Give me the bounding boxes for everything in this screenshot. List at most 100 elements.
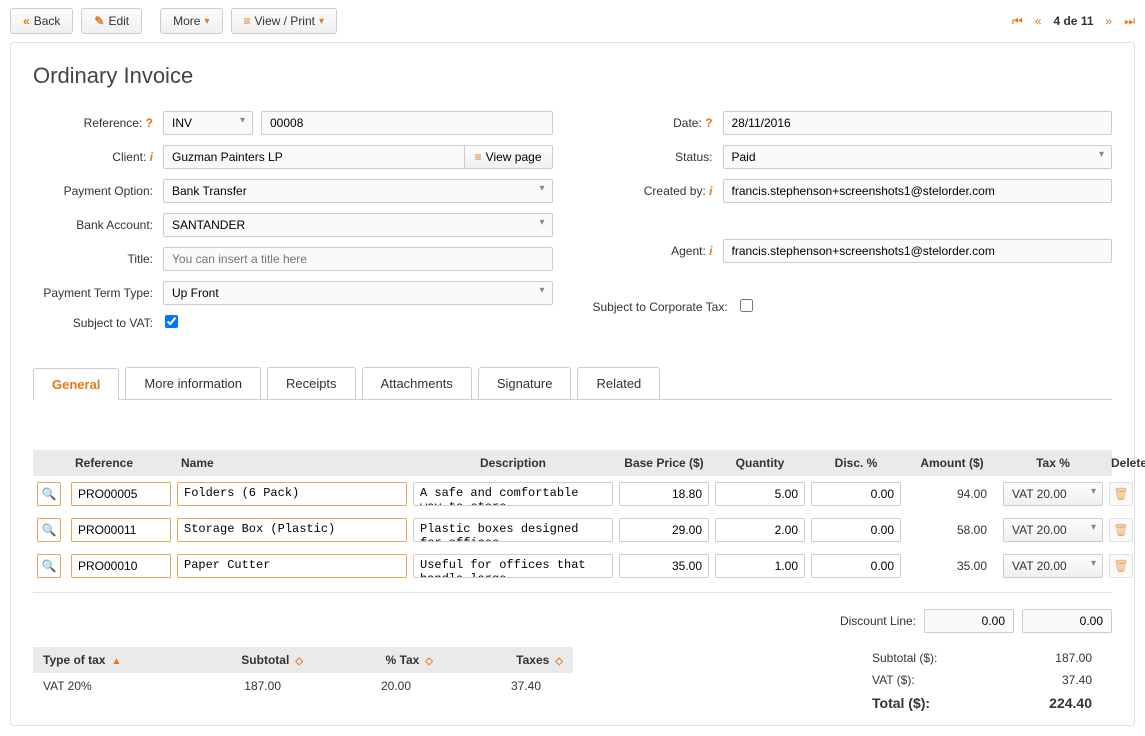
- created-by-input[interactable]: [723, 179, 1113, 203]
- info-icon[interactable]: i: [150, 150, 153, 164]
- col-delete: Delete: [1109, 456, 1145, 470]
- help-icon[interactable]: ?: [705, 116, 712, 130]
- item-name-input[interactable]: Paper Cutter: [177, 554, 407, 578]
- item-desc-input[interactable]: Useful for offices that handle large: [413, 554, 613, 578]
- caret-down-icon: ▾: [204, 16, 209, 27]
- back-button[interactable]: «Back: [10, 8, 73, 34]
- tax-col-subtotal[interactable]: Subtotal◇: [173, 653, 303, 667]
- page-title: Ordinary Invoice: [33, 63, 1112, 89]
- subtotal-label: Subtotal ($):: [872, 651, 937, 665]
- view-print-label: View / Print: [255, 14, 315, 28]
- discount-label: Discount Line:: [840, 614, 916, 628]
- date-input[interactable]: [723, 111, 1113, 135]
- item-search-button[interactable]: 🔍: [37, 482, 61, 506]
- subject-corp-checkbox[interactable]: [740, 299, 753, 312]
- item-qty-input[interactable]: [715, 482, 805, 506]
- item-tax-select[interactable]: VAT 20.00: [1003, 554, 1103, 578]
- edit-button[interactable]: ✎Edit: [81, 8, 142, 34]
- list-icon: ≡: [244, 14, 251, 28]
- tab-general[interactable]: General: [33, 368, 119, 400]
- sort-icon: ◇: [425, 656, 433, 667]
- item-row: 🔍 Folders (6 Pack) A safe and comfortabl…: [33, 476, 1112, 512]
- title-input[interactable]: [163, 247, 553, 271]
- item-name-input[interactable]: Storage Box (Plastic): [177, 518, 407, 542]
- left-column: Reference: ? Client: i ≡View page Paymen…: [33, 111, 553, 341]
- sort-icon: ◇: [555, 656, 563, 667]
- tax-col-taxes[interactable]: Taxes◇: [433, 653, 563, 667]
- caret-down-icon: ▾: [319, 16, 324, 27]
- view-page-button[interactable]: ≡View page: [465, 145, 553, 169]
- ref-prefix-select[interactable]: [163, 111, 253, 135]
- client-input[interactable]: [163, 145, 465, 169]
- item-tax-select[interactable]: VAT 20.00: [1003, 482, 1103, 506]
- item-price-input[interactable]: [619, 518, 709, 542]
- item-delete-button[interactable]: 🗑: [1109, 518, 1133, 542]
- item-desc-input[interactable]: A safe and comfortable way to store: [413, 482, 613, 506]
- item-disc-input[interactable]: [811, 482, 901, 506]
- item-qty-input[interactable]: [715, 554, 805, 578]
- tax-col-percent[interactable]: % Tax◇: [303, 653, 433, 667]
- sort-icon: ◇: [295, 656, 303, 667]
- tax-col-type[interactable]: Type of tax▲: [43, 653, 173, 667]
- col-tax: Tax %: [1003, 456, 1103, 470]
- tab-related[interactable]: Related: [577, 367, 660, 399]
- discount-percent-input[interactable]: [924, 609, 1014, 633]
- first-page-icon[interactable]: ⏮: [1012, 14, 1023, 29]
- reference-label: Reference: ?: [33, 116, 163, 130]
- item-tax-select[interactable]: VAT 20.00: [1003, 518, 1103, 542]
- agent-input[interactable]: [723, 239, 1113, 263]
- tab-receipts[interactable]: Receipts: [267, 367, 356, 399]
- next-page-icon[interactable]: »: [1106, 14, 1113, 28]
- item-price-input[interactable]: [619, 554, 709, 578]
- prev-page-icon[interactable]: «: [1035, 14, 1042, 28]
- item-disc-input[interactable]: [811, 554, 901, 578]
- tab-signature[interactable]: Signature: [478, 367, 572, 399]
- item-search-button[interactable]: 🔍: [37, 554, 61, 578]
- record-paginator: ⏮ « 4 de 11 » ⏭: [1012, 14, 1135, 29]
- payment-option-select[interactable]: [163, 179, 553, 203]
- vat-value: 37.40: [1062, 673, 1092, 687]
- col-quantity: Quantity: [715, 456, 805, 470]
- discount-amount-input[interactable]: [1022, 609, 1112, 633]
- item-row: 🔍 Storage Box (Plastic) Plastic boxes de…: [33, 512, 1112, 548]
- tab-more-info[interactable]: More information: [125, 367, 261, 399]
- col-base-price: Base Price ($): [619, 456, 709, 470]
- tax-row: VAT 20% 187.00 20.00 37.40: [33, 673, 573, 699]
- bank-account-select[interactable]: [163, 213, 553, 237]
- total-label: Total ($):: [872, 695, 930, 711]
- tax-amount-cell: 37.40: [433, 679, 563, 693]
- tax-type-cell: VAT 20%: [43, 679, 173, 693]
- status-select[interactable]: [723, 145, 1113, 169]
- payment-option-label: Payment Option:: [33, 184, 163, 198]
- item-disc-input[interactable]: [811, 518, 901, 542]
- item-ref-input[interactable]: [71, 482, 171, 506]
- item-delete-button[interactable]: 🗑: [1109, 554, 1133, 578]
- right-column: Date: ? Status: Created by: i Agent: i S…: [593, 111, 1113, 341]
- info-icon[interactable]: i: [709, 244, 712, 258]
- pencil-icon: ✎: [94, 14, 104, 28]
- ref-number-input[interactable]: [261, 111, 553, 135]
- more-button[interactable]: More▾: [160, 8, 222, 34]
- items-header: Reference Name Description Base Price ($…: [33, 450, 1112, 476]
- list-icon: ≡: [475, 150, 482, 164]
- item-delete-button[interactable]: 🗑: [1109, 482, 1133, 506]
- last-page-icon[interactable]: ⏭: [1124, 14, 1135, 29]
- col-name: Name: [177, 456, 407, 470]
- payment-term-select[interactable]: [163, 281, 553, 305]
- total-value: 224.40: [1049, 695, 1092, 711]
- tab-attachments[interactable]: Attachments: [362, 367, 472, 399]
- back-label: Back: [34, 14, 61, 28]
- subject-vat-checkbox[interactable]: [165, 315, 178, 328]
- items-body: 🔍 Folders (6 Pack) A safe and comfortabl…: [33, 476, 1112, 584]
- item-desc-input[interactable]: Plastic boxes designed for offices,: [413, 518, 613, 542]
- item-search-button[interactable]: 🔍: [37, 518, 61, 542]
- info-icon[interactable]: i: [709, 184, 712, 198]
- help-icon[interactable]: ?: [146, 116, 153, 130]
- item-qty-input[interactable]: [715, 518, 805, 542]
- item-price-input[interactable]: [619, 482, 709, 506]
- item-ref-input[interactable]: [71, 554, 171, 578]
- tabs: General More information Receipts Attach…: [33, 367, 1112, 399]
- view-print-button[interactable]: ≡ View / Print ▾: [231, 8, 338, 34]
- item-ref-input[interactable]: [71, 518, 171, 542]
- item-name-input[interactable]: Folders (6 Pack): [177, 482, 407, 506]
